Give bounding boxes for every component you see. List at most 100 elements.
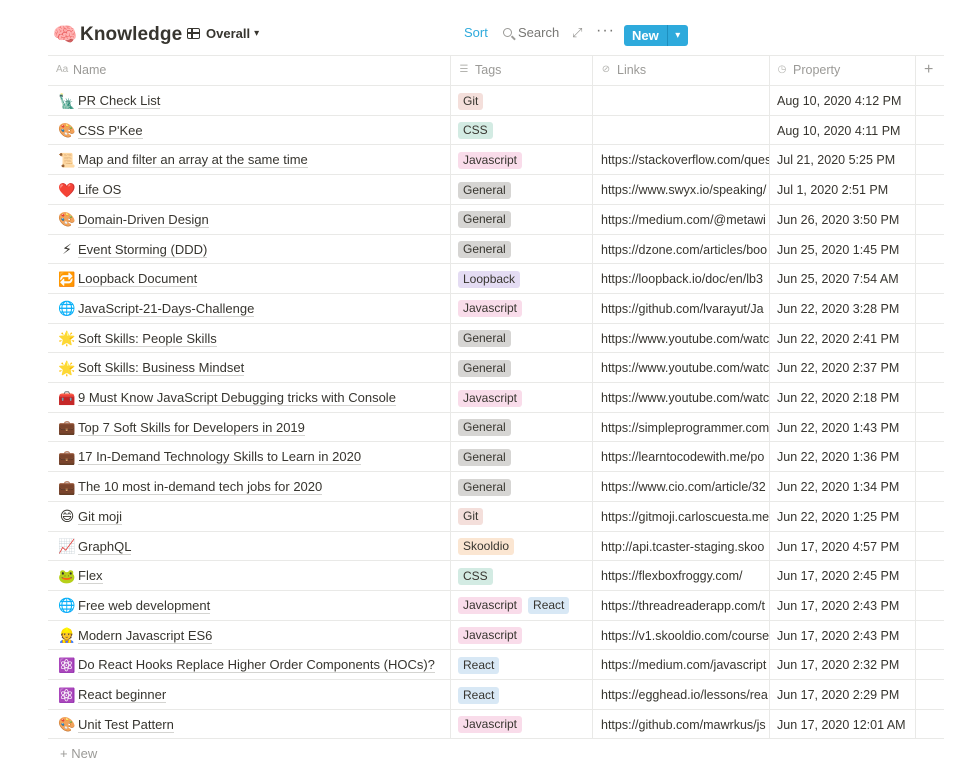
add-column-icon[interactable]: + bbox=[924, 55, 933, 85]
tags-cell[interactable]: React bbox=[458, 650, 505, 680]
table-row[interactable]: 🎨 CSS P'Kee CSS Aug 10, 2020 4:11 PM bbox=[48, 116, 944, 146]
tags-cell[interactable]: Javascript React bbox=[458, 591, 575, 621]
link-cell[interactable]: https://github.com/lvarayut/Ja bbox=[601, 294, 769, 324]
page-name[interactable]: Free web development bbox=[78, 598, 211, 614]
view-selector[interactable]: Overall ▾ bbox=[187, 26, 259, 41]
new-button[interactable]: New bbox=[624, 25, 667, 46]
name-cell[interactable]: 💼 The 10 most in-demand tech jobs for 202… bbox=[56, 472, 446, 502]
link-cell[interactable] bbox=[601, 86, 769, 116]
table-row[interactable]: 💼 The 10 most in-demand tech jobs for 202… bbox=[48, 472, 944, 502]
add-row-button[interactable]: + New bbox=[60, 746, 97, 761]
page-name[interactable]: PR Check List bbox=[78, 93, 161, 109]
page-name[interactable]: Soft Skills: Business Mindset bbox=[78, 360, 245, 377]
page-name[interactable]: Loopback Document bbox=[78, 271, 198, 288]
tags-cell[interactable]: General bbox=[458, 413, 517, 443]
column-header-property[interactable]: ◷ Property bbox=[776, 55, 841, 85]
name-cell[interactable]: 🌐 Free web development bbox=[56, 591, 446, 621]
page-name[interactable]: Git moji bbox=[78, 509, 123, 525]
name-cell[interactable]: 🎨 Domain-Driven Design bbox=[56, 205, 446, 235]
tags-cell[interactable]: Skooldio bbox=[458, 532, 520, 562]
table-row[interactable]: 🎨 Unit Test Pattern Javascript https://gith… bbox=[48, 710, 944, 740]
name-cell[interactable]: 🎨 Unit Test Pattern bbox=[56, 710, 446, 740]
tags-cell[interactable]: Javascript bbox=[458, 383, 528, 413]
page-name[interactable]: 17 In-Demand Technology Skills to Learn … bbox=[78, 449, 362, 466]
link-cell[interactable]: https://gitmoji.carloscuesta.me bbox=[601, 502, 769, 532]
table-row[interactable]: 🌟 Soft Skills: Business Mindset General htt… bbox=[48, 353, 944, 383]
link-cell[interactable]: https://medium.com/@metawi bbox=[601, 205, 769, 235]
link-cell[interactable]: https://egghead.io/lessons/rea bbox=[601, 680, 769, 710]
name-cell[interactable]: 🌟 Soft Skills: People Skills bbox=[56, 324, 446, 354]
tags-cell[interactable]: General bbox=[458, 353, 517, 383]
table-row[interactable]: 🌐 Free web development Javascript React http… bbox=[48, 591, 944, 621]
tags-cell[interactable]: Javascript bbox=[458, 294, 528, 324]
chevron-down-icon[interactable]: ▾ bbox=[666, 25, 688, 46]
name-cell[interactable]: 📈 GraphQL bbox=[56, 532, 446, 562]
expand-icon[interactable]: ⤢ bbox=[572, 25, 582, 41]
page-name[interactable]: GraphQL bbox=[78, 539, 132, 555]
table-row[interactable]: ❤️ Life OS General https://www.swyx.io/spea… bbox=[48, 175, 944, 205]
link-cell[interactable] bbox=[601, 116, 769, 146]
table-row[interactable]: ⚛️ React beginner React https://egghead.io/… bbox=[48, 680, 944, 710]
table-row[interactable]: ⚛️ Do React Hooks Replace Higher Order Co… bbox=[48, 650, 944, 680]
name-cell[interactable]: 🌐 JavaScript-21-Days-Challenge bbox=[56, 294, 446, 324]
name-cell[interactable]: 📜 Map and filter an array at the same tim… bbox=[56, 145, 446, 175]
link-cell[interactable]: https://threadreaderapp.com/t bbox=[601, 591, 769, 621]
link-cell[interactable]: https://www.swyx.io/speaking/ bbox=[601, 175, 769, 205]
page-name[interactable]: Flex bbox=[78, 568, 103, 585]
page-title[interactable]: Knowledge bbox=[80, 24, 182, 46]
column-header-name[interactable]: Aa Name bbox=[56, 55, 106, 85]
link-cell[interactable]: https://github.com/mawrkus/js bbox=[601, 710, 769, 740]
tags-cell[interactable]: Git bbox=[458, 502, 489, 532]
table-row[interactable]: 🗽 PR Check List Git Aug 10, 2020 4:12 PM bbox=[48, 86, 944, 116]
link-cell[interactable]: https://www.youtube.com/watch bbox=[601, 324, 769, 354]
tags-cell[interactable]: Loopback bbox=[458, 264, 526, 294]
page-name[interactable]: Life OS bbox=[78, 182, 122, 199]
name-cell[interactable]: 🗽 PR Check List bbox=[56, 86, 446, 116]
tags-cell[interactable]: General bbox=[458, 175, 517, 205]
more-options-icon[interactable]: ··· bbox=[596, 22, 615, 40]
tags-cell[interactable]: Javascript bbox=[458, 710, 528, 740]
page-name[interactable]: Domain-Driven Design bbox=[78, 212, 209, 228]
search-button[interactable]: Search bbox=[503, 25, 559, 40]
table-row[interactable]: 💼 17 In-Demand Technology Skills to Learn… bbox=[48, 442, 944, 472]
tags-cell[interactable]: CSS bbox=[458, 561, 499, 591]
table-row[interactable]: ⚡ Event Storming (DDD) General https://dzon… bbox=[48, 235, 944, 265]
link-cell[interactable]: https://loopback.io/doc/en/lb3 bbox=[601, 264, 769, 294]
tags-cell[interactable]: Javascript bbox=[458, 621, 528, 651]
column-header-tags[interactable]: ☰ Tags bbox=[458, 55, 502, 85]
column-header-links[interactable]: ⊘ Links bbox=[600, 55, 646, 85]
brain-icon[interactable]: 🧠 bbox=[52, 22, 78, 47]
table-row[interactable]: 👷 Modern Javascript ES6 Javascript https://… bbox=[48, 621, 944, 651]
link-cell[interactable]: http://api.tcaster-staging.skoo bbox=[601, 532, 769, 562]
table-row[interactable]: 📈 GraphQL Skooldio http://api.tcaster-stagi… bbox=[48, 532, 944, 562]
table-row[interactable]: 🐸 Flex CSS https://flexboxfroggy.com/Jun 17… bbox=[48, 561, 944, 591]
page-name[interactable]: CSS P'Kee bbox=[78, 123, 143, 139]
name-cell[interactable]: ❤️ Life OS bbox=[56, 175, 446, 205]
page-name[interactable]: The 10 most in-demand tech jobs for 2020 bbox=[78, 479, 323, 496]
link-cell[interactable]: https://www.youtube.com/watch bbox=[601, 353, 769, 383]
link-cell[interactable]: https://stackoverflow.com/questions bbox=[601, 145, 769, 175]
page-name[interactable]: 9 Must Know JavaScript Debugging tricks … bbox=[78, 390, 396, 406]
page-name[interactable]: Unit Test Pattern bbox=[78, 717, 174, 733]
tags-cell[interactable]: React bbox=[458, 680, 505, 710]
table-row[interactable]: 🧰 9 Must Know JavaScript Debugging tricks… bbox=[48, 383, 944, 413]
tags-cell[interactable]: General bbox=[458, 442, 517, 472]
link-cell[interactable]: https://www.youtube.com/watch bbox=[601, 383, 769, 413]
name-cell[interactable]: 👷 Modern Javascript ES6 bbox=[56, 621, 446, 651]
page-name[interactable]: Do React Hooks Replace Higher Order Comp… bbox=[78, 657, 435, 674]
table-row[interactable]: 🎨 Domain-Driven Design General https://medi… bbox=[48, 205, 944, 235]
name-cell[interactable]: 🧰 9 Must Know JavaScript Debugging tricks… bbox=[56, 383, 446, 413]
link-cell[interactable]: https://simpleprogrammer.com bbox=[601, 413, 769, 443]
link-cell[interactable]: https://www.cio.com/article/32 bbox=[601, 472, 769, 502]
tags-cell[interactable]: General bbox=[458, 472, 517, 502]
page-name[interactable]: Soft Skills: People Skills bbox=[78, 331, 217, 347]
name-cell[interactable]: 🔁 Loopback Document bbox=[56, 264, 446, 294]
table-row[interactable]: 😄 Git moji Git https://gitmoji.carloscuesta… bbox=[48, 502, 944, 532]
name-cell[interactable]: ⚡ Event Storming (DDD) bbox=[56, 235, 446, 265]
name-cell[interactable]: 😄 Git moji bbox=[56, 502, 446, 532]
name-cell[interactable]: 🌟 Soft Skills: Business Mindset bbox=[56, 353, 446, 383]
page-name[interactable]: Event Storming (DDD) bbox=[78, 242, 208, 258]
tags-cell[interactable]: Javascript bbox=[458, 145, 528, 175]
page-name[interactable]: Top 7 Soft Skills for Developers in 2019 bbox=[78, 420, 305, 436]
link-cell[interactable]: https://v1.skooldio.com/course bbox=[601, 621, 769, 651]
